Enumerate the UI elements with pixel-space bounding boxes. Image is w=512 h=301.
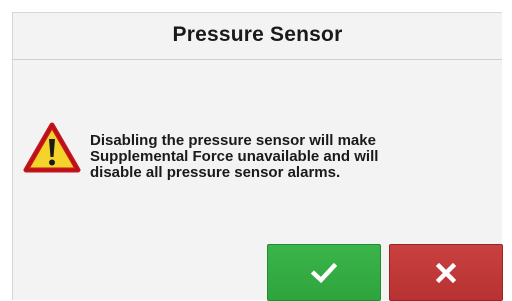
confirm-button[interactable] (267, 244, 381, 301)
dialog-title: Pressure Sensor (172, 23, 343, 46)
pressure-sensor-dialog: Pressure Sensor Disabling the pressure s… (12, 12, 503, 301)
message-line-1: Disabling the pressure sensor will make (90, 132, 376, 149)
message-line-3: disable all pressure sensor alarms. (90, 164, 341, 181)
warning-triangle-icon (23, 122, 81, 173)
dialog-body: Disabling the pressure sensor will make … (13, 60, 502, 240)
cancel-button[interactable] (389, 244, 503, 301)
checkmark-icon (311, 262, 337, 283)
dialog-message: Disabling the pressure sensor will make … (90, 133, 480, 181)
x-icon (435, 262, 457, 283)
dialog-titlebar: Pressure Sensor (13, 13, 502, 57)
message-line-2: Supplemental Force unavailable and will (90, 148, 379, 165)
